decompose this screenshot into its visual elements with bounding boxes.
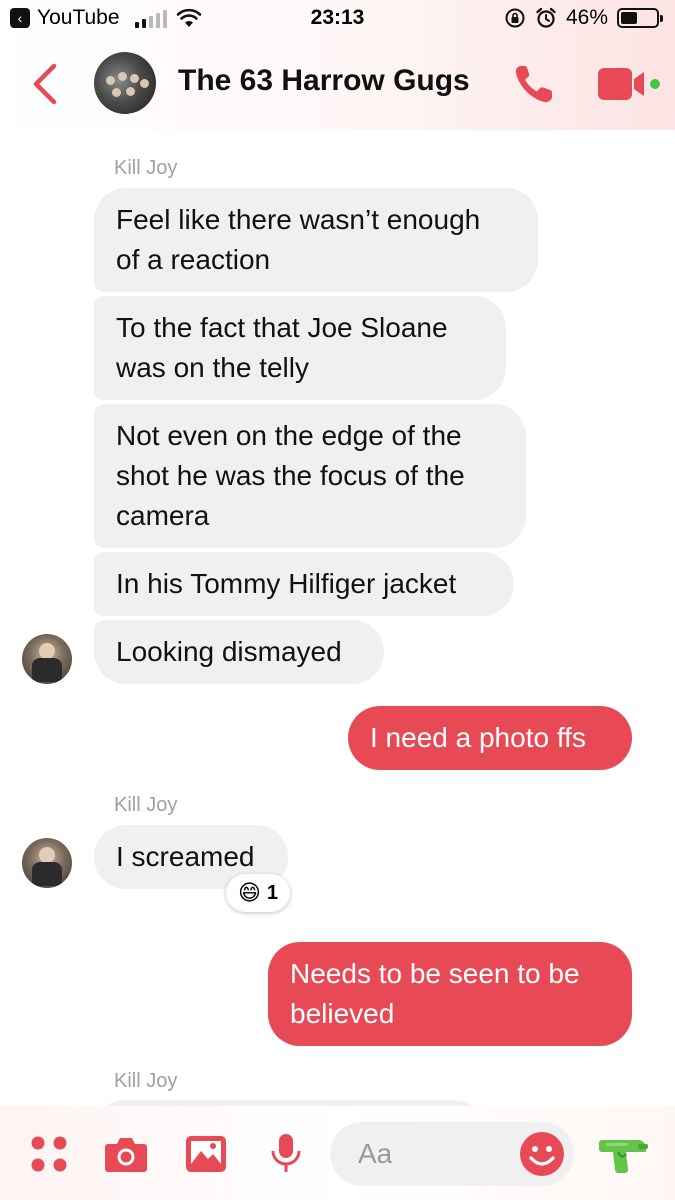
message-bubble[interactable]: In his Tommy Hilfiger jacket — [94, 552, 514, 616]
message-text: Needs to be seen to be — [290, 958, 580, 989]
message-bubble[interactable]: Not even on the edge of the shot he was … — [94, 404, 526, 548]
video-camera-icon[interactable] — [598, 66, 660, 102]
water-gun-icon[interactable] — [598, 1134, 650, 1174]
message-text: believed — [290, 998, 395, 1029]
microphone-icon[interactable] — [264, 1134, 308, 1174]
orientation-lock-icon — [505, 8, 525, 28]
sender-name: Kill Joy — [114, 794, 178, 816]
sender-name: Kill Joy — [114, 157, 178, 179]
phone-icon[interactable] — [512, 62, 558, 106]
gallery-icon[interactable] — [184, 1134, 228, 1174]
message-bubble[interactable]: Feel like there wasn’t enough of a react… — [94, 188, 538, 292]
message-text: Not even on the edge of the — [116, 420, 462, 451]
message-bubble[interactable]: Looking dismayed — [94, 620, 384, 684]
message-text: I screamed — [116, 841, 255, 872]
sender-name: Kill Joy — [114, 1070, 178, 1092]
message-bubble-outgoing[interactable]: Needs to be seen to be believed — [268, 942, 632, 1046]
alarm-icon — [536, 7, 556, 28]
battery-fill — [621, 12, 637, 24]
status-bar: ‹ YouTube 23:13 46% — [0, 0, 675, 38]
reaction-badge[interactable]: 😄 1 — [226, 874, 290, 912]
message-text: was on the telly — [116, 352, 309, 383]
message-text: In his Tommy Hilfiger jacket — [116, 568, 457, 599]
message-bubble-outgoing[interactable]: I need a photo ffs — [348, 706, 632, 770]
message-text: of a reaction — [116, 244, 271, 275]
message-text: Feel like there wasn’t enough — [116, 204, 481, 235]
active-status-dot — [650, 79, 660, 89]
message-text: shot he was the focus of the — [116, 460, 465, 491]
battery-icon — [617, 8, 663, 28]
battery-percentage: 46% — [566, 6, 609, 29]
battery-nub — [660, 15, 663, 22]
reaction-count: 1 — [266, 881, 279, 904]
emoji-icon[interactable] — [518, 1130, 566, 1178]
camera-icon[interactable] — [104, 1134, 148, 1174]
message-bubble[interactable]: To the fact that Joe Sloane was on the t… — [94, 296, 506, 400]
sender-avatar[interactable] — [22, 634, 72, 684]
apps-grid-icon[interactable] — [28, 1134, 72, 1174]
message-text: camera — [116, 500, 210, 531]
laughing-emoji-icon: 😄 — [237, 880, 261, 905]
back-chevron-icon[interactable] — [28, 62, 64, 106]
message-text: To the fact that Joe Sloane — [116, 312, 448, 343]
message-text: I need a photo ffs — [370, 722, 586, 753]
message-text: Looking dismayed — [116, 636, 342, 667]
conversation-title[interactable]: The 63 Harrow Gugs — [178, 64, 470, 98]
group-avatar[interactable] — [94, 52, 156, 114]
sender-avatar[interactable] — [22, 838, 72, 888]
